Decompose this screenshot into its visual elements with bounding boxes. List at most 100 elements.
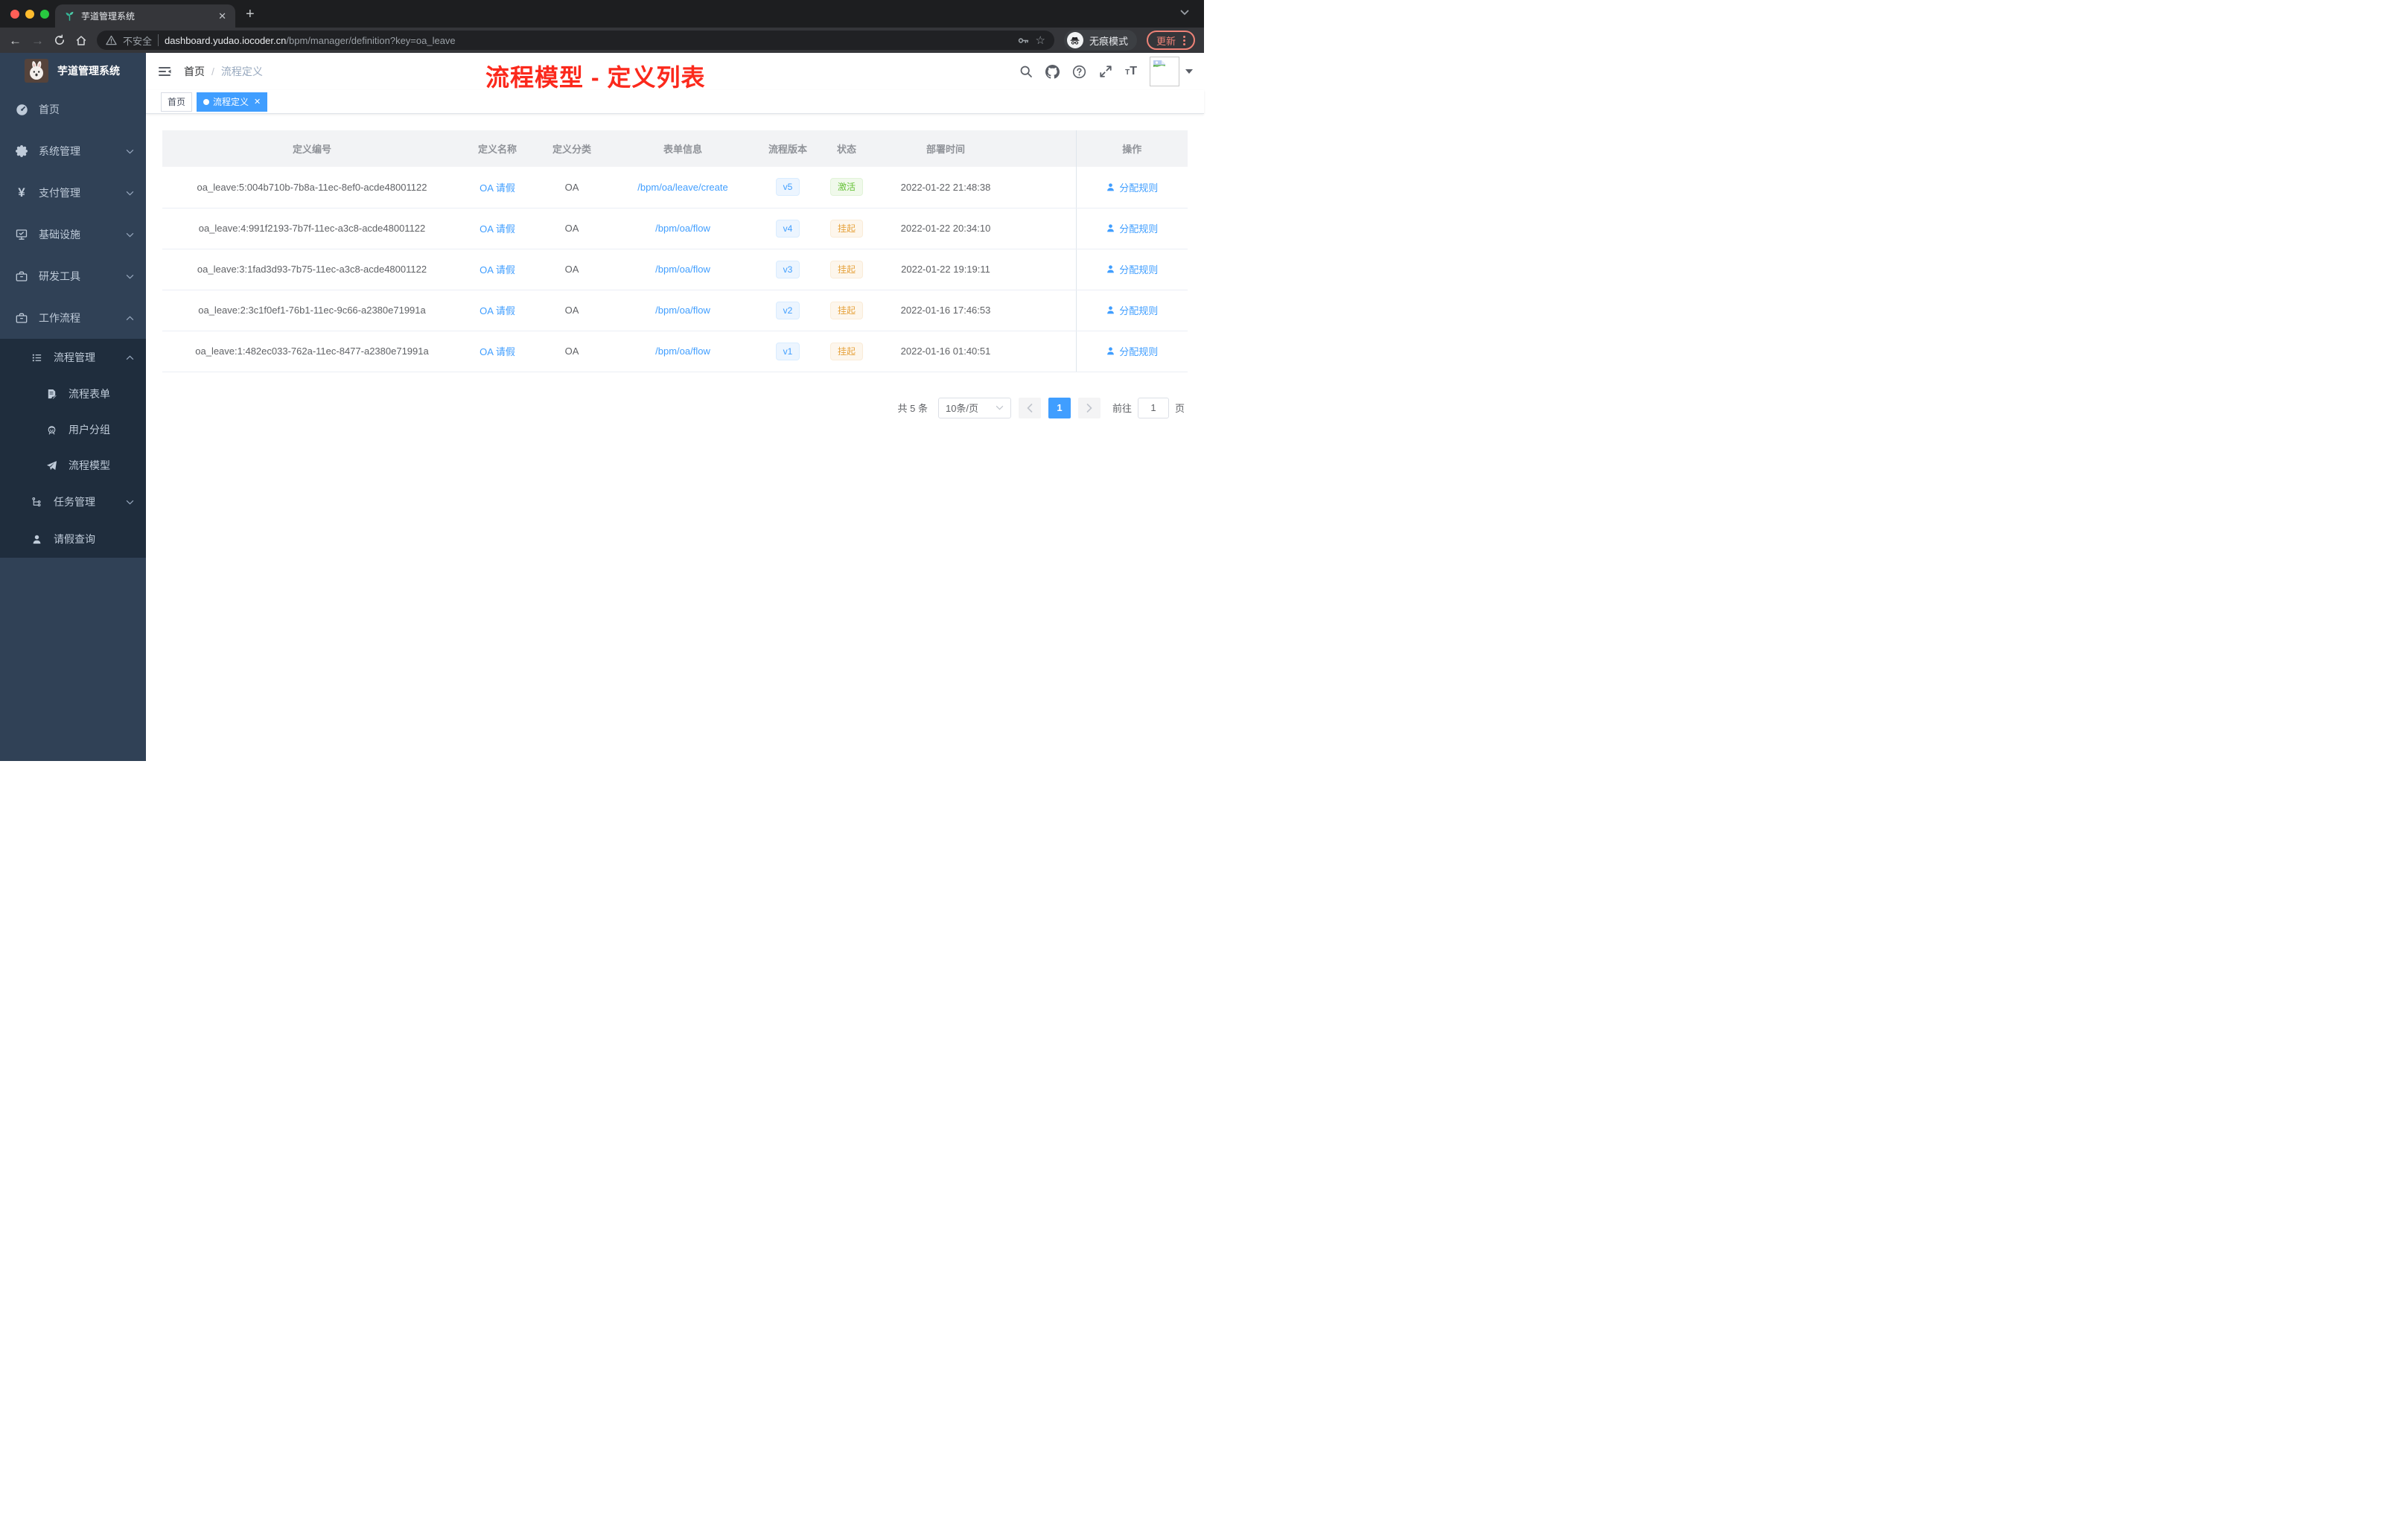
app-logo: 芋道管理系统 <box>0 53 146 89</box>
prev-page-button[interactable] <box>1018 397 1041 418</box>
goto-page-input[interactable] <box>1137 397 1169 418</box>
cell-definition-id: oa_leave:2:3c1f0ef1-76b1-11ec-9c66-a2380… <box>162 290 462 331</box>
sidebar-item-user-groups[interactable]: 用户分组 <box>0 412 146 448</box>
tab-search-chevron-icon[interactable] <box>1180 10 1189 16</box>
cell-deploy-time: 2022-01-16 01:40:51 <box>873 331 1019 372</box>
status-badge: 挂起 <box>829 301 863 319</box>
sidebar-item-process-management[interactable]: 流程管理 <box>0 339 146 376</box>
form-link[interactable]: /bpm/oa/flow <box>655 346 710 357</box>
sidebar-item-payment[interactable]: ¥ 支付管理 <box>0 172 146 214</box>
app-navbar: 首页 / 流程定义 流程模型 - 定义列表 TT <box>146 53 1204 91</box>
sidebar-item-process-model[interactable]: 流程模型 <box>0 448 146 483</box>
help-question-icon[interactable] <box>1072 65 1086 79</box>
address-bar[interactable]: 不安全 dashboard.yudao.iocoder.cn/bpm/manag… <box>97 31 1054 50</box>
back-button[interactable]: ← <box>9 34 22 47</box>
home-button[interactable] <box>75 34 87 46</box>
not-secure-warning-icon <box>106 35 117 45</box>
definition-name-link[interactable]: OA 请假 <box>480 182 515 194</box>
assign-rule-button[interactable]: 分配规则 <box>1106 303 1158 317</box>
close-window-button[interactable] <box>10 10 19 19</box>
definition-name-link[interactable]: OA 请假 <box>480 305 515 316</box>
sidebar-item-dev-tools[interactable]: 研发工具 <box>0 255 146 297</box>
forward-button[interactable]: → <box>31 34 44 47</box>
tab-close-icon[interactable]: ✕ <box>218 11 226 21</box>
password-key-icon[interactable] <box>1017 34 1030 47</box>
tag-label: 首页 <box>168 97 186 107</box>
sidebar-toggle-hamburger-icon[interactable] <box>157 64 172 79</box>
definition-name-link[interactable]: OA 请假 <box>480 264 515 276</box>
update-label: 更新 <box>1156 35 1176 47</box>
update-chrome-button[interactable]: 更新 <box>1146 31 1195 50</box>
avatar-broken-image <box>1150 57 1179 86</box>
gear-icon <box>15 145 28 157</box>
cell-category: OA <box>533 208 611 249</box>
sidebar-item-leave-query[interactable]: 请假查询 <box>0 520 146 558</box>
user-avatar-dropdown[interactable] <box>1150 57 1193 86</box>
github-icon[interactable] <box>1045 64 1060 79</box>
form-link[interactable]: /bpm/oa/leave/create <box>637 182 727 193</box>
workflow-submenu: 流程管理 流程表单 用户分组 流程模型 任务管理 请假查询 <box>0 339 146 558</box>
form-link[interactable]: /bpm/oa/flow <box>655 305 710 316</box>
assign-rule-button[interactable]: 分配规则 <box>1106 344 1158 358</box>
sidebar-item-task-management[interactable]: 任务管理 <box>0 483 146 520</box>
breadcrumb-home[interactable]: 首页 <box>184 64 205 79</box>
sidebar-item-infrastructure[interactable]: 基础设施 <box>0 214 146 255</box>
col-deploy-time: 部署时间 <box>873 130 1019 167</box>
favicon-seedling-icon <box>64 10 75 22</box>
face-icon <box>45 424 58 436</box>
table-row: oa_leave:3:1fad3d93-7b75-11ec-a3c8-acde4… <box>162 249 1188 290</box>
url-text[interactable]: dashboard.yudao.iocoder.cn/bpm/manager/d… <box>165 35 1011 46</box>
font-size-icon[interactable]: TT <box>1125 66 1137 77</box>
new-tab-button[interactable]: + <box>246 6 255 23</box>
col-process-version: 流程版本 <box>755 130 821 167</box>
search-icon[interactable] <box>1019 65 1033 78</box>
breadcrumb-current: 流程定义 <box>220 66 263 77</box>
sidebar-item-label: 系统管理 <box>39 145 80 157</box>
page-content: 定义编号 定义名称 定义分类 表单信息 流程版本 状态 部署时间 操作 oa_l… <box>146 114 1204 761</box>
browser-menu-kebab-icon[interactable] <box>1183 35 1185 45</box>
minimize-window-button[interactable] <box>25 10 34 19</box>
sidebar-item-label: 工作流程 <box>39 312 80 324</box>
cell-filler <box>1019 249 1076 290</box>
tag-process-definition[interactable]: 流程定义 ✕ <box>197 92 268 112</box>
fullscreen-icon[interactable] <box>1099 65 1112 78</box>
sidebar-item-workflow[interactable]: 工作流程 <box>0 297 146 339</box>
sidebar-item-home[interactable]: 首页 <box>0 89 146 130</box>
sidebar-item-label: 支付管理 <box>39 187 80 199</box>
cell-deploy-time: 2022-01-22 20:34:10 <box>873 208 1019 249</box>
tag-close-icon[interactable]: ✕ <box>254 97 261 106</box>
security-label[interactable]: 不安全 <box>123 34 152 48</box>
person-icon <box>1107 347 1115 355</box>
pagination-total: 共 5 条 <box>897 403 928 414</box>
definition-name-link[interactable]: OA 请假 <box>480 346 515 357</box>
chevron-down-icon <box>996 405 1004 410</box>
page-size-select[interactable]: 10条/页 <box>937 397 1011 418</box>
browser-tab[interactable]: 芋道管理系统 ✕ <box>55 4 235 28</box>
assign-rule-button[interactable]: 分配规则 <box>1106 180 1158 194</box>
sidebar-item-system[interactable]: 系统管理 <box>0 130 146 172</box>
toolbox-icon <box>15 312 28 324</box>
bookmark-star-icon[interactable]: ☆ <box>1036 34 1045 47</box>
definition-name-link[interactable]: OA 请假 <box>480 223 515 235</box>
definition-table: 定义编号 定义名称 定义分类 表单信息 流程版本 状态 部署时间 操作 oa_l… <box>162 130 1188 372</box>
page-size-value: 10条/页 <box>945 403 979 414</box>
zoom-window-button[interactable] <box>40 10 49 19</box>
next-page-button[interactable] <box>1077 397 1101 418</box>
assign-rule-button[interactable]: 分配规则 <box>1106 262 1158 276</box>
col-status: 状态 <box>821 130 873 167</box>
form-link[interactable]: /bpm/oa/flow <box>655 223 710 234</box>
col-form-info: 表单信息 <box>611 130 755 167</box>
cell-deploy-time: 2022-01-16 17:46:53 <box>873 290 1019 331</box>
reload-button[interactable] <box>54 34 66 46</box>
tag-label: 流程定义 <box>213 97 249 107</box>
sidebar-item-label: 任务管理 <box>54 496 95 508</box>
dashboard-icon <box>15 104 28 116</box>
macos-window-controls[interactable] <box>10 10 49 19</box>
form-link[interactable]: /bpm/oa/flow <box>655 264 710 275</box>
tag-home[interactable]: 首页 <box>161 92 193 112</box>
page-number-1[interactable]: 1 <box>1048 397 1071 418</box>
version-badge: v2 <box>775 301 800 319</box>
cell-filler <box>1019 331 1076 372</box>
sidebar-item-process-form[interactable]: 流程表单 <box>0 376 146 412</box>
assign-rule-button[interactable]: 分配规则 <box>1106 221 1158 235</box>
